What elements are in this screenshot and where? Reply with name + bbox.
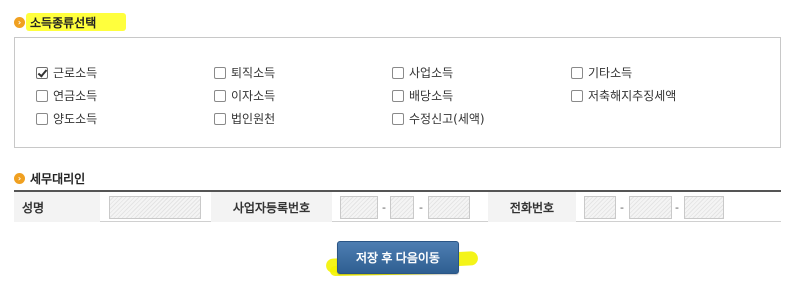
checkbox-amended-return[interactable] (392, 112, 404, 125)
bullet-arrow-icon: › (14, 173, 25, 184)
name-label: 성명 (22, 200, 45, 215)
biz-no-part1-input[interactable] (340, 196, 378, 219)
biz-no-label: 사업자등록번호 (232, 200, 311, 215)
save-and-next-button[interactable]: 저장 후 다음이동 (337, 241, 459, 274)
bullet-arrow-icon: › (14, 17, 25, 28)
option-interest-income[interactable]: 이자소득 (214, 87, 275, 104)
biz-no-separator: - (419, 201, 423, 214)
option-business-income[interactable]: 사업소득 (392, 64, 453, 81)
phone-separator: - (675, 201, 679, 214)
phone-part2-input[interactable] (629, 196, 672, 219)
option-savings-cancellation-tax[interactable]: 저축해지추징세액 (571, 87, 676, 104)
option-label: 법인원천 (231, 112, 276, 126)
option-label: 기타소득 (588, 66, 633, 80)
checkbox-transfer-income[interactable] (36, 112, 48, 125)
option-retirement-income[interactable]: 퇴직소득 (214, 64, 275, 81)
checkbox-interest-income[interactable] (214, 89, 226, 102)
name-label-cell: 성명 (14, 192, 100, 222)
option-other-income[interactable]: 기타소득 (571, 64, 632, 81)
option-amended-return[interactable]: 수정신고(세액) (392, 110, 485, 127)
checkbox-retirement-income[interactable] (214, 66, 226, 79)
option-label: 퇴직소득 (231, 66, 276, 80)
phone-part1-input[interactable] (584, 196, 616, 219)
tax-agent-title-text: 세무대리인 (30, 172, 86, 186)
option-earned-income[interactable]: 근로소득 (36, 64, 97, 81)
biz-no-part3-input[interactable] (428, 196, 470, 219)
income-type-title-text: 소득종류선택 (30, 16, 97, 30)
biz-no-part2-input[interactable] (390, 196, 414, 219)
tax-agent-section-title: › 세무대리인 (14, 170, 85, 187)
checkbox-earned-income[interactable] (36, 66, 48, 79)
checkbox-business-income[interactable] (392, 66, 404, 79)
option-label: 연금소득 (53, 89, 98, 103)
option-dividend-income[interactable]: 배당소득 (392, 87, 453, 104)
checkbox-pension-income[interactable] (36, 89, 48, 102)
option-label: 배당소득 (409, 89, 454, 103)
checkbox-savings-cancellation-tax[interactable] (571, 89, 583, 102)
option-transfer-income[interactable]: 양도소득 (36, 110, 97, 127)
phone-part3-input[interactable] (684, 196, 724, 219)
option-label: 수정신고(세액) (409, 112, 485, 126)
option-label: 저축해지추징세액 (588, 89, 677, 103)
option-label: 이자소득 (231, 89, 276, 103)
tax-agent-table: 성명 사업자등록번호 - - 전화번호 - - (14, 190, 781, 222)
income-type-section-title: › 소득종류선택 (14, 14, 96, 31)
checkbox-dividend-income[interactable] (392, 89, 404, 102)
option-label: 양도소득 (53, 112, 98, 126)
biz-no-label-cell: 사업자등록번호 (211, 192, 332, 222)
phone-label: 전화번호 (509, 200, 555, 215)
income-type-options-box: 근로소득 퇴직소득 사업소득 기타소득 연금소득 이자소득 배당소득 저축해지추… (14, 37, 781, 148)
option-pension-income[interactable]: 연금소득 (36, 87, 97, 104)
agent-name-input[interactable] (109, 196, 201, 219)
option-corporate-withholding[interactable]: 법인원천 (214, 110, 275, 127)
option-label: 사업소득 (409, 66, 454, 80)
phone-label-cell: 전화번호 (488, 192, 576, 222)
option-label: 근로소득 (53, 66, 98, 80)
checkbox-other-income[interactable] (571, 66, 583, 79)
biz-no-separator: - (382, 201, 386, 214)
phone-separator: - (620, 201, 624, 214)
checkbox-corporate-withholding[interactable] (214, 112, 226, 125)
